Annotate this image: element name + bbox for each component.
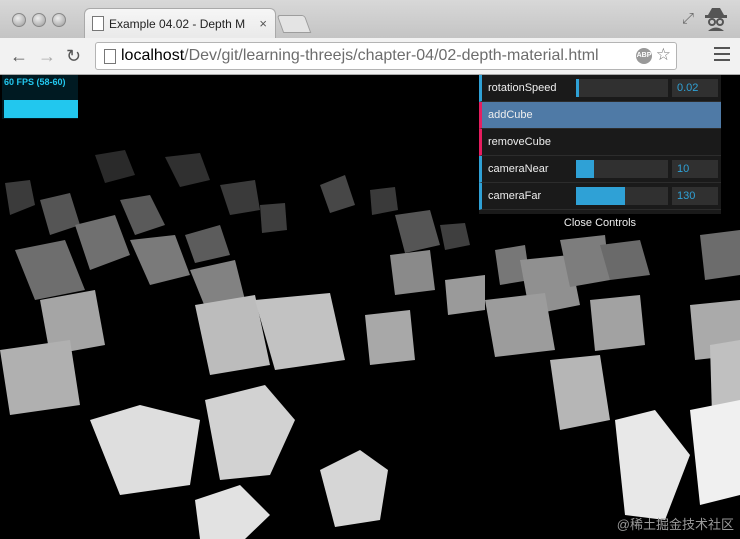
watermark: @稀土掘金技术社区 bbox=[616, 517, 734, 532]
tab-close-icon[interactable]: × bbox=[259, 16, 267, 31]
address-bar[interactable]: localhost/Dev/git/learning-threejs/chapt… bbox=[95, 42, 677, 70]
control-camera-near: cameraNear 10 bbox=[479, 156, 721, 183]
camera-near-slider[interactable] bbox=[576, 160, 668, 178]
camera-far-value[interactable]: 130 bbox=[672, 187, 718, 205]
camera-far-slider[interactable] bbox=[576, 187, 668, 205]
close-window-button[interactable] bbox=[12, 13, 26, 27]
forward-button[interactable]: → bbox=[38, 46, 56, 66]
url-text: localhost/Dev/git/learning-threejs/chapt… bbox=[121, 47, 599, 64]
control-label: addCube bbox=[488, 109, 533, 121]
camera-near-value[interactable]: 10 bbox=[672, 160, 718, 178]
control-camera-far: cameraFar 130 bbox=[479, 183, 721, 210]
incognito-icon bbox=[705, 8, 727, 31]
slider-fill bbox=[576, 160, 595, 178]
control-rotation-speed: rotationSpeed 0.02 bbox=[479, 75, 721, 102]
window-titlebar: Example 04.02 - Depth M × ⤢ bbox=[0, 0, 740, 39]
dat-gui-panel: rotationSpeed 0.02 addCube removeCube ca… bbox=[479, 75, 721, 232]
slider-fill bbox=[576, 79, 579, 97]
rotation-speed-slider[interactable] bbox=[576, 79, 668, 97]
rotation-speed-value[interactable]: 0.02 bbox=[672, 79, 718, 97]
control-label: cameraFar bbox=[488, 190, 542, 202]
page-icon bbox=[104, 49, 116, 64]
close-controls-button[interactable]: Close Controls bbox=[479, 214, 721, 232]
new-tab-button[interactable] bbox=[276, 15, 312, 33]
slider-fill bbox=[576, 187, 625, 205]
fps-label: 60 FPS (58-60) bbox=[4, 77, 66, 87]
fps-graph bbox=[4, 100, 78, 118]
menu-icon[interactable] bbox=[714, 47, 730, 61]
reload-button[interactable]: ↻ bbox=[66, 46, 81, 66]
minimize-window-button[interactable] bbox=[32, 13, 46, 27]
remove-cube-button[interactable]: removeCube bbox=[479, 129, 721, 156]
adblock-icon[interactable]: ABP bbox=[636, 48, 652, 64]
back-button[interactable]: ← bbox=[10, 46, 28, 66]
stats-panel[interactable]: 60 FPS (58-60) bbox=[2, 75, 78, 119]
zoom-window-button[interactable] bbox=[52, 13, 66, 27]
webgl-scene[interactable]: 60 FPS (58-60) rotationSpeed 0.02 addCub… bbox=[0, 75, 740, 539]
page-icon bbox=[92, 16, 104, 31]
control-label: rotationSpeed bbox=[488, 82, 557, 94]
fullscreen-icon[interactable]: ⤢ bbox=[682, 10, 694, 27]
tab-title: Example 04.02 - Depth M bbox=[109, 17, 246, 31]
control-label: cameraNear bbox=[488, 163, 549, 175]
browser-tab[interactable]: Example 04.02 - Depth M × bbox=[84, 8, 276, 39]
control-label: removeCube bbox=[488, 136, 551, 148]
bookmark-star-icon[interactable]: ☆ bbox=[656, 45, 671, 65]
browser-toolbar: ← → ↻ localhost/Dev/git/learning-threejs… bbox=[0, 38, 740, 75]
add-cube-button[interactable]: addCube bbox=[479, 102, 721, 129]
